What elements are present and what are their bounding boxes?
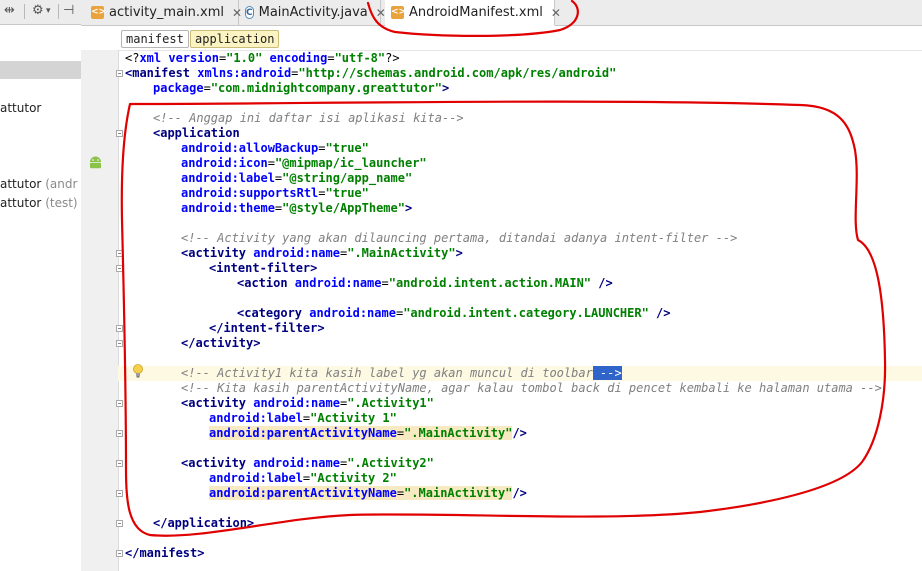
code-line: android:label="Activity 2" xyxy=(209,471,397,485)
code-line: android:parentActivityName=".MainActivit… xyxy=(209,426,527,440)
fold-marker[interactable] xyxy=(116,325,123,332)
project-toolbar: ⇹ ⚙ ▾ ⊣ xyxy=(0,0,81,25)
fold-marker[interactable] xyxy=(116,400,123,407)
editor-gutter xyxy=(81,50,119,571)
code-line: <category android:name="android.intent.c… xyxy=(237,306,671,320)
fold-marker[interactable] xyxy=(116,250,123,257)
tree-item[interactable]: attutor (test) xyxy=(0,195,78,211)
tab-label: activity_main.xml xyxy=(109,5,225,20)
layout-xml-icon: <> xyxy=(91,6,107,19)
code-line: android:supportsRtl="true" xyxy=(181,186,369,200)
code-line: </intent-filter> xyxy=(209,321,325,335)
code-line: android:allowBackup="true" xyxy=(181,141,369,155)
tree-item[interactable]: attutor xyxy=(0,100,41,116)
code-line: android:icon="@mipmap/ic_launcher" xyxy=(181,156,427,170)
fold-marker[interactable] xyxy=(116,265,123,272)
chevron-down-icon[interactable]: ▾ xyxy=(46,3,51,19)
selected-tree-row[interactable] xyxy=(0,61,81,79)
android-icon[interactable] xyxy=(88,156,103,169)
fold-marker[interactable] xyxy=(116,70,123,77)
fold-marker[interactable] xyxy=(116,550,123,557)
toolbar-divider xyxy=(24,4,25,19)
code-editor[interactable]: <?xml version="1.0" encoding="utf-8"?> <… xyxy=(125,51,922,571)
java-class-icon: C xyxy=(245,6,254,19)
code-line: </application> xyxy=(153,516,255,530)
close-icon[interactable]: ✕ xyxy=(551,6,561,20)
tab-label: MainActivity.java xyxy=(258,5,368,20)
fold-marker[interactable] xyxy=(116,340,123,347)
fold-marker[interactable] xyxy=(116,520,123,527)
code-comment: <!-- Activity yang akan dilauncing perta… xyxy=(181,231,738,245)
code-line: <manifest xmlns:android="http://schemas.… xyxy=(125,66,617,80)
code-comment: <!-- Anggap ini daftar isi aplikasi kita… xyxy=(153,111,464,125)
code-line: android:label="Activity 1" xyxy=(209,411,397,425)
code-line: package="com.midnightcompany.greattutor"… xyxy=(153,81,450,95)
fold-marker[interactable] xyxy=(116,130,123,137)
code-line: </manifest> xyxy=(125,546,205,560)
editor-tab-bar: <> activity_main.xml ✕ C MainActivity.ja… xyxy=(81,0,922,26)
tree-item[interactable]: attutor (andr xyxy=(0,176,77,192)
fold-marker[interactable] xyxy=(116,460,123,467)
tab-main-activity[interactable]: C MainActivity.java ✕ xyxy=(239,0,386,25)
breadcrumb-manifest[interactable]: manifest xyxy=(121,30,189,48)
tab-label: AndroidManifest.xml xyxy=(409,5,543,20)
toolbar-divider xyxy=(58,4,59,19)
code-line: <activity android:name=".Activity1" xyxy=(181,396,434,410)
code-line: <action android:name="android.intent.act… xyxy=(237,276,613,290)
code-line: <activity android:name=".MainActivity"> xyxy=(181,246,463,260)
code-line: <application xyxy=(153,126,240,140)
collapse-all-icon[interactable]: ⇹ xyxy=(4,3,15,19)
fold-marker[interactable] xyxy=(116,430,123,437)
gear-icon[interactable]: ⚙ xyxy=(32,3,44,19)
code-line: android:theme="@style/AppTheme"> xyxy=(181,201,413,215)
hide-panel-icon[interactable]: ⊣ xyxy=(63,3,74,19)
code-comment: <!-- Kita kasih parentActivityName, agar… xyxy=(181,381,882,395)
project-panel: ⇹ ⚙ ▾ ⊣ attutor attutor (andr attutor (t… xyxy=(0,0,82,571)
manifest-xml-icon: <> xyxy=(391,6,407,19)
text-selection: --> xyxy=(592,366,622,380)
code-comment: <!-- Activity1 kita kasih label yg akan … xyxy=(181,366,622,380)
code-line: </activity> xyxy=(181,336,261,350)
code-line: <intent-filter> xyxy=(209,261,318,275)
fold-marker[interactable] xyxy=(116,490,123,497)
tab-android-manifest[interactable]: <> AndroidManifest.xml ✕ xyxy=(385,0,561,26)
breadcrumb: manifest application xyxy=(81,26,922,51)
code-line: <?xml version="1.0" encoding="utf-8"?> xyxy=(125,51,400,65)
code-line: <activity android:name=".Activity2" xyxy=(181,456,434,470)
code-line: android:label="@string/app_name" xyxy=(181,171,413,185)
breadcrumb-application[interactable]: application xyxy=(190,30,280,48)
tab-activity-main[interactable]: <> activity_main.xml ✕ xyxy=(85,0,242,25)
code-line: android:parentActivityName=".MainActivit… xyxy=(209,486,527,500)
